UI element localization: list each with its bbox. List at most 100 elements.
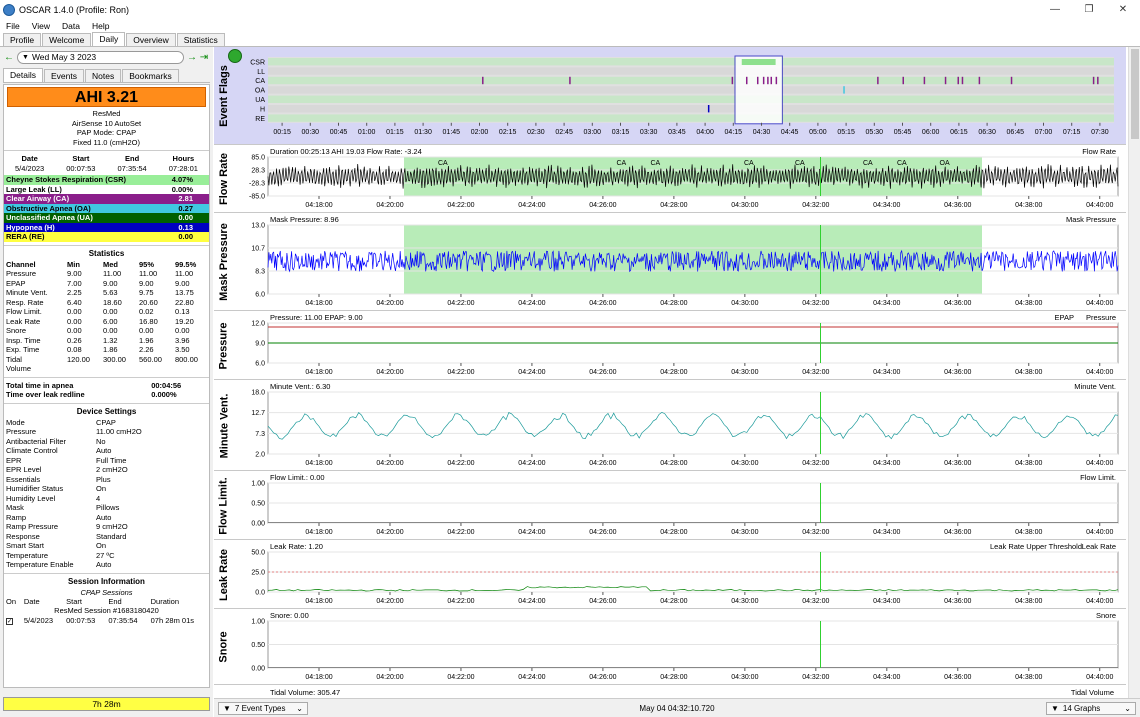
flag-row-label: UA xyxy=(255,97,265,104)
device-brand: ResMed xyxy=(92,109,121,118)
x-tick-label: 04:36:00 xyxy=(944,529,971,536)
y-tick-label: 0.00 xyxy=(251,666,265,673)
stat-cell: 0.00 xyxy=(103,307,118,317)
graph-legend: Flow Rate xyxy=(1082,147,1116,156)
x-tick-label: 04:30:00 xyxy=(731,369,758,376)
date-navigator: ← ▼ Wed May 3 2023 → ⇥ xyxy=(3,50,210,64)
graph-label: Leak Rate xyxy=(218,548,231,601)
menu-data[interactable]: Data xyxy=(56,21,86,31)
graph-mask[interactable]: Mask Pressure Mask Pressure: 8.96 Mask Pre… xyxy=(214,214,1126,311)
tab-overview[interactable]: Overview xyxy=(126,33,176,46)
graph-plot[interactable]: Pressure: 11.00 EPAP: 9.00 Pressure EPAP 12… xyxy=(234,312,1126,380)
x-tick-label: 04:24:00 xyxy=(518,598,545,605)
event-flags-graph[interactable]: Event Flags CSR LL CA OA UA H RE 00:15 00:30 00:45… xyxy=(214,47,1126,145)
flag-tick-label: 04:15 xyxy=(725,129,743,136)
stat-cell: 0.13 xyxy=(174,307,190,317)
leak-redline-label: Time over leak redline xyxy=(6,390,85,400)
flag-row-band xyxy=(268,67,1114,75)
restore-icon[interactable]: ❐ xyxy=(1072,0,1106,19)
menu-view[interactable]: View xyxy=(26,21,56,31)
x-tick-label: 04:38:00 xyxy=(1015,674,1042,681)
flag-tick-label: 02:15 xyxy=(499,129,517,136)
setting-value: Pillows xyxy=(96,503,120,513)
x-tick-label: 04:24:00 xyxy=(518,369,545,376)
y-tick-label: 6.0 xyxy=(255,361,265,368)
checkmark-icon: ✓ xyxy=(6,617,13,625)
y-tick-label: 18.0 xyxy=(251,390,265,397)
stat-cell: 20.60 xyxy=(138,297,158,307)
date-picker[interactable]: ▼ Wed May 3 2023 xyxy=(17,50,184,64)
graph-snore[interactable]: Snore Snore: 0.00 Snore 1.00 0.50 0.00 04:18:0… xyxy=(214,610,1126,685)
stat-cell: Insp. Time xyxy=(6,335,41,345)
graph-pressure[interactable]: Pressure Pressure: 11.00 EPAP: 9.00 Pressu… xyxy=(214,312,1126,380)
graph-label: Flow Rate xyxy=(218,153,231,205)
graph-flow[interactable]: Flow Rate Duration 00:25:13 AHI 19.03 Flo… xyxy=(214,146,1126,213)
pin-icon[interactable] xyxy=(228,49,242,63)
scrollbar-thumb[interactable] xyxy=(1131,49,1139,139)
y-tick-label: 13.0 xyxy=(251,223,265,230)
stat-cell: Minute Vent. xyxy=(6,288,48,298)
stat-cell: 0.00 xyxy=(67,316,82,326)
x-tick-label: 04:26:00 xyxy=(589,202,616,209)
graph-plot[interactable]: Duration 00:25:13 AHI 19.03 Flow Rate: -… xyxy=(234,146,1126,213)
window-title: OSCAR 1.4.0 (Profile: Ron) xyxy=(19,4,130,15)
graph-leak[interactable]: Leak Rate Leak Rate: 1.20 Leak Rate Leak Ra… xyxy=(214,541,1126,609)
tab-details[interactable]: Details xyxy=(3,68,43,82)
graphs-dropdown[interactable]: ▼ 14 Graphs ⌄ xyxy=(1045,701,1136,715)
next-day-arrow-icon[interactable]: → xyxy=(186,52,198,63)
tab-daily[interactable]: Daily xyxy=(92,32,126,46)
col-duration: Duration xyxy=(150,596,179,606)
stat-cell: 560.00 xyxy=(138,354,162,364)
setting-row: Humidifier Status On xyxy=(4,484,209,494)
tab-statistics[interactable]: Statistics xyxy=(176,33,225,46)
graph-tidal-volume[interactable]: Tidal Volume: 305.47 Tidal Volume xyxy=(214,686,1126,698)
prev-day-arrow-icon[interactable]: ← xyxy=(3,52,15,63)
flag-row-label: CSR xyxy=(250,59,265,66)
ca-flag xyxy=(1097,76,1099,85)
event-types-dropdown[interactable]: ▼ 7 Event Types ⌄ xyxy=(218,701,308,715)
event-flags-plot[interactable]: CSR LL CA OA UA H RE 00:15 00:30 00:45 01:00 01:15 0… xyxy=(234,47,1126,145)
setting-row: Mask Pillows xyxy=(4,503,209,513)
x-tick-label: 04:40:00 xyxy=(1086,202,1113,209)
x-tick-label: 04:24:00 xyxy=(518,460,545,467)
tab-profile[interactable]: Profile xyxy=(3,33,42,46)
stat-cell: 800.00 xyxy=(174,354,198,364)
tab-events[interactable]: Events xyxy=(43,69,84,82)
ca-flag xyxy=(1010,76,1013,85)
date-value: Wed May 3 2023 xyxy=(31,52,97,62)
menu-help[interactable]: Help xyxy=(86,21,115,31)
tab-welcome[interactable]: Welcome xyxy=(42,33,92,46)
tab-notes[interactable]: Notes xyxy=(84,69,122,82)
setting-row: Response Standard xyxy=(4,532,209,542)
setting-value: Auto xyxy=(96,560,112,570)
minimize-icon[interactable]: — xyxy=(1038,0,1072,19)
graph-plot[interactable]: Mask Pressure: 8.96 Mask Pressure 13.0 10.7… xyxy=(234,214,1126,311)
session-checkbox[interactable]: ✓ xyxy=(4,616,22,626)
flag-tick-label: 06:15 xyxy=(950,129,968,136)
y-tick-label: 0.50 xyxy=(251,642,265,649)
flag-tick-label: 05:45 xyxy=(894,129,912,136)
tab-bookmarks[interactable]: Bookmarks xyxy=(122,69,179,82)
flag-tick-label: 00:15 xyxy=(273,129,291,136)
stat-cell: 0.00 xyxy=(67,307,82,317)
close-icon[interactable]: ✕ xyxy=(1106,0,1140,19)
graph-plot[interactable]: Minute Vent.: 6.30 Minute Vent. 18.0 12.7 7.… xyxy=(234,381,1126,471)
x-tick-label: 04:20:00 xyxy=(376,202,403,209)
h-flag xyxy=(707,105,710,113)
zoom-window[interactable] xyxy=(734,55,783,125)
event-row: RERA (RE) 0.00 xyxy=(4,232,209,242)
title-bar: OSCAR 1.4.0 (Profile: Ron) — ❐ ✕ xyxy=(0,0,1140,19)
x-tick-label: 04:36:00 xyxy=(944,460,971,467)
graph-scrollbar[interactable] xyxy=(1128,47,1140,698)
graph-mv[interactable]: Minute Vent. Minute Vent.: 6.30 Minute Ven… xyxy=(214,381,1126,471)
graph-plot[interactable]: Flow Limit.: 0.00 Flow Limit. 1.00 0.50 0.00… xyxy=(234,472,1126,540)
graph-fl[interactable]: Flow Limit. Flow Limit.: 0.00 Flow Limit. 1… xyxy=(214,472,1126,540)
x-tick-label: 04:40:00 xyxy=(1086,598,1113,605)
setting-label: Pressure xyxy=(6,427,37,437)
graph-plot[interactable]: Leak Rate: 1.20 Leak RateLeak Rate Upper … xyxy=(234,541,1126,609)
last-day-arrow-icon[interactable]: ⇥ xyxy=(198,52,210,63)
stat-cell: 5.63 xyxy=(103,288,118,298)
menu-file[interactable]: File xyxy=(0,21,26,31)
x-tick-label: 04:34:00 xyxy=(873,674,900,681)
graph-plot[interactable]: Snore: 0.00 Snore 1.00 0.50 0.00 04:18:00 04:2… xyxy=(234,610,1126,685)
